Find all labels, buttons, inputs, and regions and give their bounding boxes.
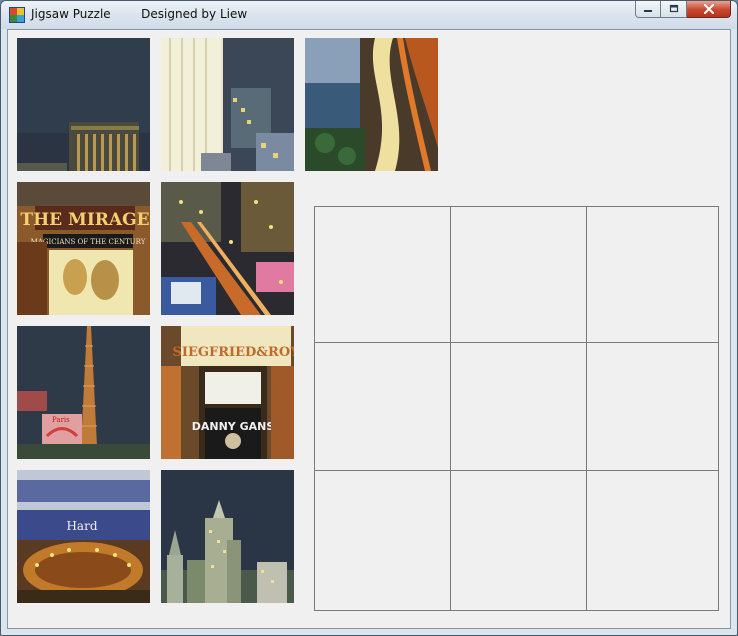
piece-2-image <box>161 38 294 171</box>
piece-1-image <box>17 38 150 171</box>
board-cell[interactable] <box>451 343 587 471</box>
minimize-icon <box>644 10 652 12</box>
svg-text:Paris: Paris <box>52 416 70 424</box>
piece-7-image: SIEGFRIED&ROY DANNY GANS <box>161 326 294 459</box>
minimize-button[interactable] <box>635 1 661 18</box>
puzzle-piece-8[interactable]: Hard <box>17 470 150 603</box>
svg-text:SIEGFRIED&ROY: SIEGFRIED&ROY <box>173 345 294 360</box>
puzzle-piece-9[interactable] <box>161 470 294 603</box>
puzzle-piece-1[interactable] <box>17 38 150 171</box>
puzzle-piece-4[interactable]: THE MIRAGE MAGICIANS OF THE CENTURY <box>17 182 150 315</box>
svg-text:Hard: Hard <box>66 519 97 533</box>
board-cell[interactable] <box>315 343 451 471</box>
app-icon <box>9 7 25 23</box>
maximize-button[interactable] <box>661 1 687 18</box>
svg-text:DANNY GANS: DANNY GANS <box>192 420 275 433</box>
board-cell[interactable] <box>587 471 718 610</box>
client-area: THE MIRAGE MAGICIANS OF THE CENTURY Pari… <box>7 29 731 629</box>
piece-8-image: Hard <box>17 470 150 603</box>
board-cell[interactable] <box>587 207 718 343</box>
close-icon <box>703 4 714 14</box>
board-cell[interactable] <box>315 207 451 343</box>
puzzle-board[interactable] <box>314 206 719 611</box>
caption-buttons <box>635 1 731 19</box>
puzzle-piece-3[interactable] <box>305 38 438 171</box>
board-cell[interactable] <box>587 343 718 471</box>
piece-9-image <box>161 470 294 603</box>
puzzle-piece-2[interactable] <box>161 38 294 171</box>
window-title: Jigsaw Puzzle Designed by Liew <box>31 7 248 21</box>
maximize-icon <box>669 4 678 13</box>
close-button[interactable] <box>687 1 731 18</box>
piece-4-image: THE MIRAGE MAGICIANS OF THE CENTURY <box>17 182 150 315</box>
puzzle-piece-5[interactable] <box>161 182 294 315</box>
board-cell[interactable] <box>315 471 451 610</box>
puzzle-piece-6[interactable]: Paris <box>17 326 150 459</box>
title-bar[interactable]: Jigsaw Puzzle Designed by Liew <box>1 1 737 29</box>
piece-3-image <box>305 38 438 171</box>
svg-text:THE MIRAGE: THE MIRAGE <box>20 210 149 230</box>
piece-6-image: Paris <box>17 326 150 459</box>
piece-5-image <box>161 182 294 315</box>
svg-text:MAGICIANS OF THE CENTURY: MAGICIANS OF THE CENTURY <box>31 238 146 246</box>
puzzle-piece-7[interactable]: SIEGFRIED&ROY DANNY GANS <box>161 326 294 459</box>
board-cell[interactable] <box>451 207 587 343</box>
app-window: Jigsaw Puzzle Designed by Liew THE MIRAG… <box>0 0 738 636</box>
board-cell[interactable] <box>451 471 587 610</box>
